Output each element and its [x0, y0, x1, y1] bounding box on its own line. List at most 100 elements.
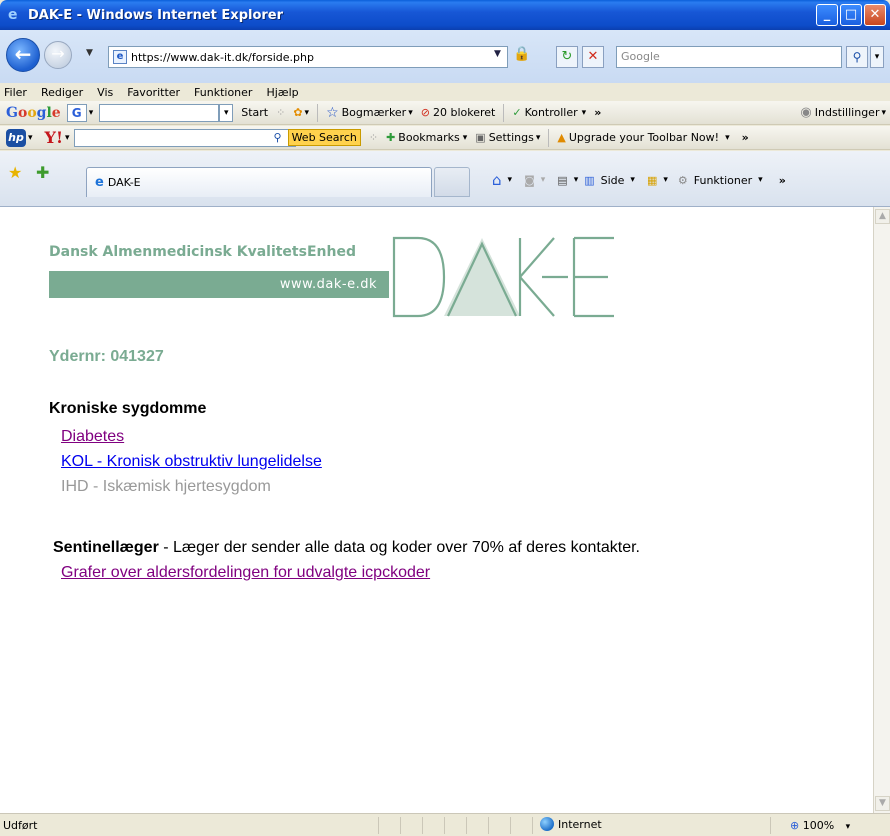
- dak-e-logo-mark: [392, 236, 614, 318]
- maximize-button[interactable]: □: [840, 4, 862, 26]
- tab-bar: ★ ✚ e DAK-E ⌂ ▾ ◙ ▾ ▤ ▾ ▥ Side ▾ ▦ ▾ ⚙ F…: [0, 151, 890, 207]
- search-dropdown[interactable]: ▾: [870, 46, 884, 68]
- settings-icon: ▣: [475, 131, 486, 144]
- chevron-down-icon[interactable]: ▾: [663, 175, 668, 185]
- more-chevron[interactable]: »: [779, 174, 786, 187]
- settings-button[interactable]: Indstillinger: [815, 106, 880, 119]
- upgrade-toolbar-link[interactable]: Upgrade your Toolbar Now!: [569, 131, 719, 144]
- menu-favorites[interactable]: Favoritter: [127, 86, 180, 99]
- start-button[interactable]: Start: [241, 106, 268, 119]
- spellcheck-icon: ✓: [512, 106, 522, 119]
- scroll-up-icon[interactable]: ▲: [875, 209, 890, 224]
- chevron-down-icon[interactable]: ▾: [881, 108, 886, 118]
- chevron-down-icon[interactable]: ▾: [28, 133, 33, 143]
- search-icon[interactable]: ⚲: [846, 46, 868, 68]
- refresh-button[interactable]: ↻: [556, 46, 578, 68]
- title-bar: e DAK-E - Windows Internet Explorer _ □ …: [0, 0, 890, 30]
- vertical-scrollbar[interactable]: ▲ ▼: [873, 207, 890, 813]
- provider-number: Ydernr: 041327: [49, 348, 164, 365]
- lock-icon[interactable]: 🔒: [512, 46, 532, 68]
- chevron-down-icon[interactable]: ▾: [305, 108, 310, 118]
- age-distribution-graphs-link[interactable]: Grafer over aldersfordelingen for udvalg…: [61, 564, 430, 582]
- google-g-button[interactable]: G: [66, 103, 87, 122]
- menu-edit[interactable]: Rediger: [41, 86, 83, 99]
- check-button[interactable]: Kontroller: [525, 106, 578, 119]
- print-icon[interactable]: ▤: [557, 174, 567, 187]
- bookmarks-button[interactable]: Bogmærker: [342, 106, 407, 119]
- address-bar[interactable]: e https://www.dak-it.dk/forside.php: [108, 46, 508, 68]
- tab-dak-e[interactable]: e DAK-E: [86, 167, 432, 197]
- security-zone[interactable]: Internet: [540, 817, 602, 831]
- menu-help[interactable]: Hjælp: [266, 86, 298, 99]
- yahoo-settings-button[interactable]: Settings: [489, 131, 534, 144]
- research-icon[interactable]: ▦: [647, 174, 657, 187]
- new-tab-button[interactable]: [434, 167, 470, 197]
- close-button[interactable]: ✕: [864, 4, 886, 26]
- tab-label: DAK-E: [107, 176, 141, 189]
- page-menu[interactable]: Side: [601, 174, 625, 187]
- chevron-down-icon[interactable]: ▾: [508, 175, 513, 185]
- separator: [317, 103, 319, 122]
- separator: [503, 103, 505, 122]
- popup-blocker-icon: ⊘: [420, 106, 430, 119]
- yahoo-toolbar: hp ▾ Y! ▾ ⚲ Web Search ⁘ ✚ Bookmarks ▾ ▣…: [0, 126, 890, 150]
- status-text: Udført: [3, 819, 38, 832]
- zoom-control[interactable]: ⊕ 100% ▾: [790, 819, 850, 832]
- back-button[interactable]: ←: [6, 38, 40, 72]
- globe-icon: [540, 817, 554, 831]
- menu-bar: Filer Rediger Vis Favoritter Funktioner …: [0, 83, 890, 101]
- yahoo-bookmarks-button[interactable]: Bookmarks: [398, 131, 459, 144]
- favorites-star-icon[interactable]: ★: [8, 163, 22, 182]
- more-chevron[interactable]: »: [742, 131, 749, 144]
- chevron-down-icon[interactable]: ▾: [574, 175, 579, 185]
- search-input[interactable]: Google: [616, 46, 842, 68]
- chevron-down-icon[interactable]: ▾: [89, 108, 94, 118]
- chevron-down-icon[interactable]: ▾: [758, 175, 763, 185]
- menu-tools[interactable]: Funktioner: [194, 86, 252, 99]
- chevron-down-icon[interactable]: ▾: [582, 108, 587, 118]
- chevron-down-icon[interactable]: ▾: [725, 133, 730, 143]
- yahoo-search-input[interactable]: [73, 128, 296, 147]
- settings-circle-icon: ◉: [800, 105, 812, 120]
- recent-pages-dropdown[interactable]: ▼: [86, 48, 93, 58]
- separator-dots-icon: ⁘: [276, 106, 286, 119]
- google-search-dropdown[interactable]: ▾: [219, 103, 234, 122]
- forward-button[interactable]: →: [44, 41, 72, 69]
- chevron-down-icon[interactable]: ▾: [463, 133, 468, 143]
- window-controls: _ □ ✕: [816, 4, 886, 26]
- kol-link[interactable]: KOL - Kronisk obstruktiv lungelidelse: [61, 453, 322, 471]
- chevron-down-icon[interactable]: ▾: [408, 108, 413, 118]
- diabetes-link[interactable]: Diabetes: [61, 428, 124, 446]
- chevron-down-icon[interactable]: ▾: [846, 822, 851, 832]
- tools-menu[interactable]: Funktioner: [694, 174, 752, 187]
- chevron-down-icon[interactable]: ▾: [65, 133, 70, 143]
- add-favorite-icon[interactable]: ✚: [36, 163, 49, 182]
- search-icon[interactable]: ⚲: [274, 131, 282, 144]
- google-flower-icon[interactable]: ✿: [293, 106, 302, 119]
- star-icon: ☆: [326, 104, 339, 121]
- feeds-icon[interactable]: ◙: [524, 174, 535, 187]
- zoom-icon: ⊕: [790, 819, 800, 832]
- menu-view[interactable]: Vis: [97, 86, 113, 99]
- chevron-down-icon[interactable]: ▾: [541, 175, 546, 185]
- address-url: https://www.dak-it.dk/forside.php: [131, 50, 314, 64]
- chevron-down-icon[interactable]: ▾: [630, 175, 635, 185]
- menu-file[interactable]: Filer: [4, 86, 27, 99]
- home-icon[interactable]: ⌂: [492, 171, 502, 189]
- bookmarks-icon: ✚: [386, 131, 396, 144]
- web-search-button[interactable]: Web Search: [287, 129, 361, 146]
- popup-blocked-count[interactable]: 20 blokeret: [433, 106, 495, 119]
- logo-title: Dansk Almenmedicinsk KvalitetsEnhed: [49, 244, 356, 260]
- address-dropdown[interactable]: ▼: [494, 49, 501, 59]
- minimize-button[interactable]: _: [816, 4, 838, 26]
- separator-dots-icon: ⁘: [368, 131, 379, 144]
- hp-logo[interactable]: hp: [6, 128, 26, 147]
- status-bar: Udført Internet ⊕ 100% ▾: [0, 813, 890, 836]
- google-search-input[interactable]: [99, 103, 220, 122]
- google-toolbar: Google G ▾ ▾ Start ⁘ ✿ ▾ ☆ Bogmærker ▾ ⊘…: [0, 101, 890, 125]
- chevron-down-icon[interactable]: ▾: [536, 133, 541, 143]
- yahoo-logo[interactable]: Y!: [45, 128, 63, 147]
- stop-button[interactable]: ✕: [582, 46, 604, 68]
- scroll-down-icon[interactable]: ▼: [875, 796, 890, 811]
- more-chevron[interactable]: »: [594, 106, 601, 119]
